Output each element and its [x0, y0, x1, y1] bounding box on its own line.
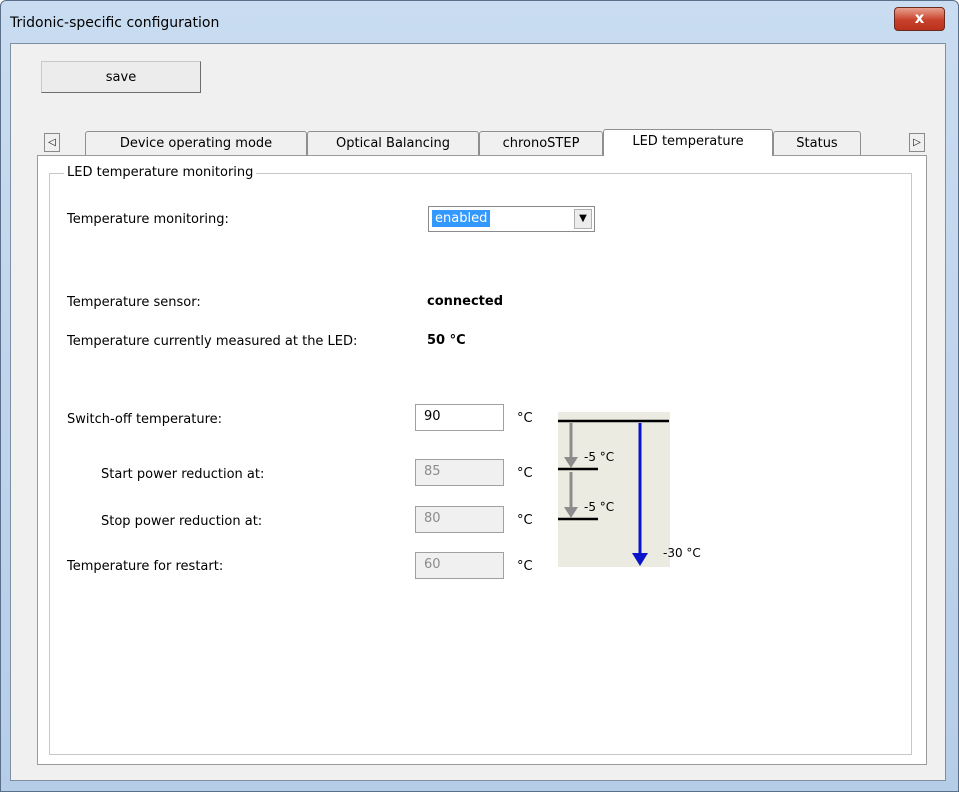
- start-power-reduction-label: Start power reduction at:: [101, 467, 265, 482]
- switch-off-unit: °C: [517, 411, 533, 426]
- switch-off-temperature-label: Switch-off temperature:: [67, 412, 223, 427]
- start-reduction-arrow-head: [564, 457, 578, 468]
- start-power-reduction-unit: °C: [517, 466, 533, 481]
- tab-scroll-right-button[interactable]: ▷: [909, 133, 925, 152]
- switch-off-temperature-input[interactable]: 90: [415, 404, 504, 431]
- save-button[interactable]: save: [41, 61, 201, 93]
- temperature-monitoring-label: Temperature monitoring:: [67, 212, 229, 227]
- restart-temperature-label: Temperature for restart:: [67, 559, 224, 574]
- tab-led-temperature[interactable]: LED temperature: [603, 129, 773, 156]
- measured-temperature-label: Temperature currently measured at the LE…: [67, 334, 358, 349]
- stop-power-reduction-unit: °C: [517, 513, 533, 528]
- window-title: Tridonic-specific configuration: [10, 15, 220, 31]
- measured-temperature-value: 50 °C: [427, 333, 466, 348]
- tab-device-operating-mode[interactable]: Device operating mode: [85, 131, 307, 155]
- chevron-down-icon[interactable]: ▼: [574, 209, 592, 229]
- dialog-client-area: save ◁ Device operating mode Optical Bal…: [10, 43, 946, 781]
- restart-delta-label: -30 °C: [663, 546, 701, 560]
- tab-chronostep[interactable]: chronoSTEP: [479, 131, 603, 155]
- group-title: LED temperature monitoring: [64, 165, 257, 180]
- stop-power-reduction-label: Stop power reduction at:: [101, 514, 263, 529]
- temperature-sensor-value: connected: [427, 294, 504, 309]
- restart-temperature-unit: °C: [517, 559, 533, 574]
- temperature-monitoring-select[interactable]: enabled ▼: [428, 206, 595, 232]
- close-button[interactable]: x: [894, 7, 945, 31]
- stop-reduction-delta-label: -5 °C: [584, 500, 615, 514]
- start-power-reduction-input: 85: [415, 459, 504, 486]
- stop-power-reduction-input: 80: [415, 506, 504, 533]
- restart-arrow-head: [632, 553, 648, 566]
- tab-scroll-left-button[interactable]: ◁: [44, 133, 60, 152]
- tab-optical-balancing[interactable]: Optical Balancing: [307, 131, 479, 155]
- tab-status[interactable]: Status: [773, 131, 861, 155]
- temperature-sensor-label: Temperature sensor:: [67, 295, 201, 310]
- restart-temperature-input: 60: [415, 552, 504, 579]
- dialog-window: Tridonic-specific configuration x save ◁…: [0, 0, 959, 792]
- temperature-monitoring-value: enabled: [432, 210, 491, 227]
- thresholds-svg: [558, 419, 669, 566]
- temperature-thresholds-diagram: -5 °C -5 °C: [558, 412, 670, 567]
- start-reduction-delta-label: -5 °C: [584, 450, 615, 464]
- stop-reduction-arrow-head: [564, 507, 578, 518]
